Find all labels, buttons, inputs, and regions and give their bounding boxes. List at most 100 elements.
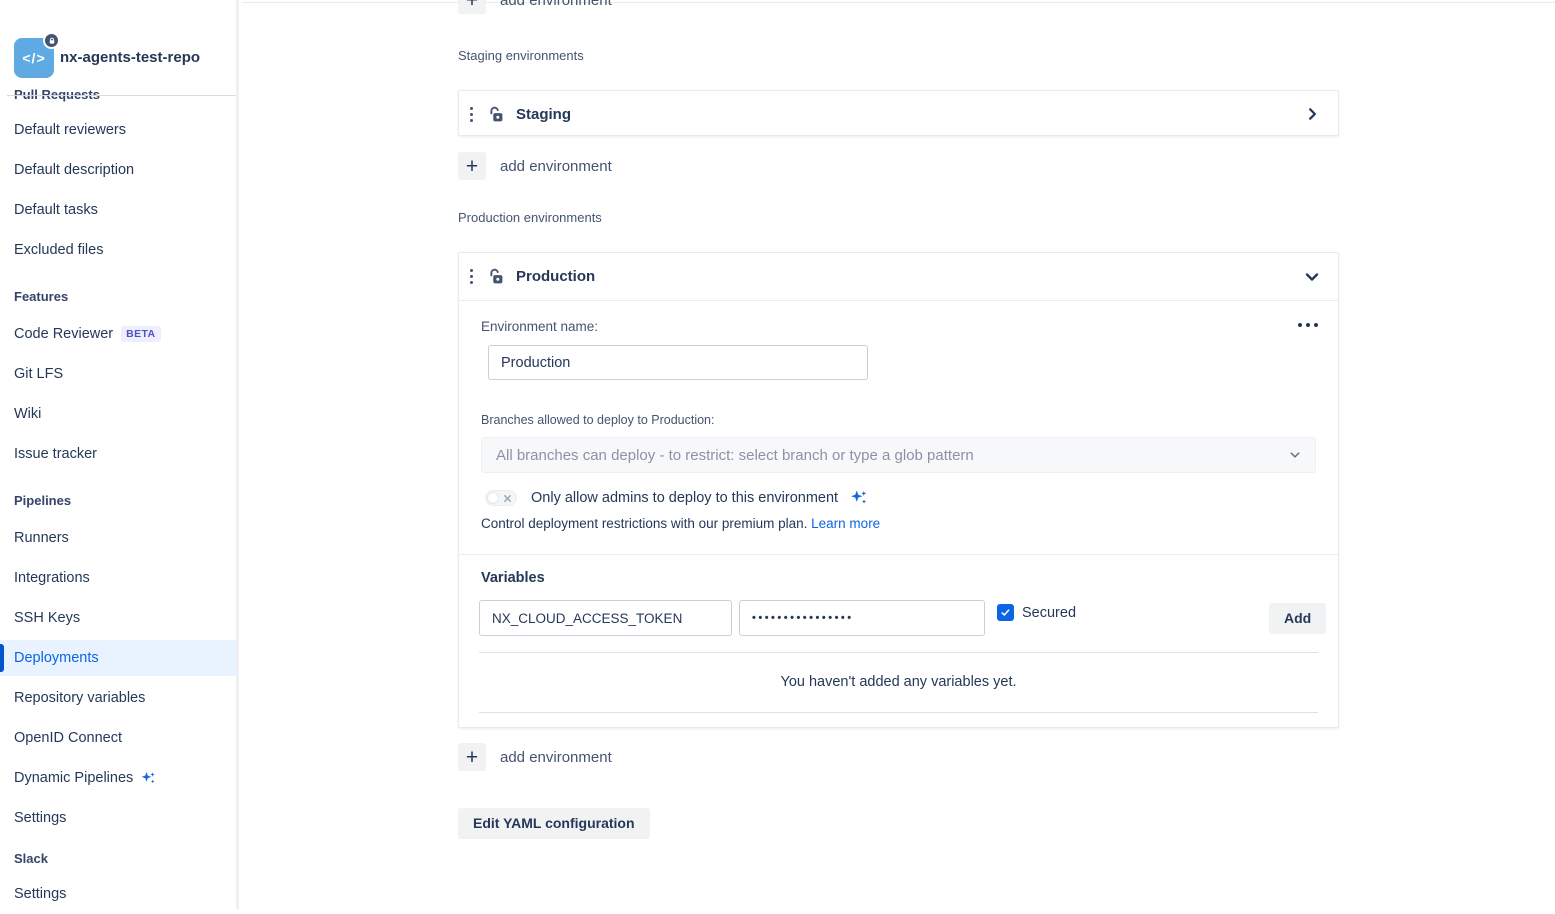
settings-sidebar: </> nx-agents-test-repo Pull Requests De… xyxy=(0,0,239,909)
variables-title: Variables xyxy=(481,570,545,586)
environment-name-label: Environment name: xyxy=(481,319,598,334)
sidebar-item-label: SSH Keys xyxy=(14,610,80,626)
plus-icon: + xyxy=(458,0,486,14)
sidebar-item-label: Excluded files xyxy=(14,242,103,258)
variable-name-input[interactable] xyxy=(479,600,732,636)
secured-checkbox[interactable] xyxy=(997,604,1014,621)
learn-more-link[interactable]: Learn more xyxy=(811,516,880,531)
sidebar-item-wiki[interactable]: Wiki xyxy=(0,394,236,434)
environment-name: Staging xyxy=(516,106,571,123)
premium-note: Control deployment restrictions with our… xyxy=(481,516,880,531)
sidebar-item-default-description[interactable]: Default description xyxy=(0,150,236,190)
sidebar-item-openid-connect[interactable]: OpenID Connect xyxy=(0,718,236,758)
sidebar-item-label: Default tasks xyxy=(14,202,98,218)
variables-divider xyxy=(479,652,1318,653)
sidebar-section-features: Features xyxy=(0,278,236,314)
code-icon: </> xyxy=(22,50,45,66)
sidebar-item-deployments[interactable]: Deployments xyxy=(0,640,236,676)
sidebar-item-default-tasks[interactable]: Default tasks xyxy=(0,190,236,230)
sidebar-item-label: Runners xyxy=(14,530,69,546)
chevron-right-icon[interactable] xyxy=(1305,107,1320,122)
sidebar-item-code-reviewer[interactable]: Code Reviewer BETA xyxy=(0,314,236,354)
sidebar-item-label: Repository variables xyxy=(14,690,145,706)
sidebar-item-label: Settings xyxy=(14,810,66,826)
chevron-down-icon[interactable] xyxy=(1304,269,1320,285)
sidebar-item-repository-variables[interactable]: Repository variables xyxy=(0,678,236,718)
production-environment-card: Production Environment name: Branches al… xyxy=(458,252,1339,728)
admin-only-toggle[interactable] xyxy=(485,490,517,506)
drag-handle-icon[interactable] xyxy=(470,107,473,122)
staging-environment-card: Staging xyxy=(458,90,1339,136)
sidebar-item-label: Wiki xyxy=(14,406,41,422)
sidebar-item-label: Code Reviewer xyxy=(14,326,113,342)
branches-select-placeholder: All branches can deploy - to restrict: s… xyxy=(496,447,1289,464)
sidebar-item-default-reviewers[interactable]: Default reviewers xyxy=(0,110,236,150)
sidebar-item-label: Dynamic Pipelines xyxy=(14,770,133,786)
sidebar-section-pipelines: Pipelines xyxy=(0,482,236,518)
more-options-button[interactable] xyxy=(1294,319,1322,331)
plus-icon: + xyxy=(458,152,486,180)
sidebar-section-slack: Slack xyxy=(0,842,236,874)
add-environment-label: add environment xyxy=(500,0,612,9)
environment-name: Production xyxy=(516,268,595,285)
repo-name: nx-agents-test-repo xyxy=(60,0,200,78)
private-repo-lock-badge xyxy=(43,32,60,49)
card-divider xyxy=(459,554,1338,555)
sidebar-item-label: Settings xyxy=(14,886,66,902)
add-environment-button-staging[interactable]: + add environment xyxy=(458,152,612,180)
repo-header: </> nx-agents-test-repo xyxy=(0,0,236,78)
sidebar-section-pull-requests: Pull Requests xyxy=(0,78,236,110)
sidebar-item-integrations[interactable]: Integrations xyxy=(0,558,236,598)
toggle-knob xyxy=(487,492,499,504)
admin-restriction-row: Only allow admins to deploy to this envi… xyxy=(485,487,869,508)
sidebar-item-excluded-files[interactable]: Excluded files xyxy=(0,230,236,270)
sidebar-item-ssh-keys[interactable]: SSH Keys xyxy=(0,598,236,638)
plus-icon: + xyxy=(458,743,486,771)
ai-sparkle-icon xyxy=(848,487,869,508)
add-environment-label: add environment xyxy=(500,749,612,766)
sidebar-item-dynamic-pipelines[interactable]: Dynamic Pipelines xyxy=(0,758,236,798)
variables-divider xyxy=(479,712,1318,713)
production-environment-header[interactable]: Production xyxy=(459,253,1338,301)
unlocked-padlock-icon xyxy=(487,267,506,286)
sidebar-item-runners[interactable]: Runners xyxy=(0,518,236,558)
toggle-x-icon xyxy=(503,494,512,503)
sidebar-item-label: Issue tracker xyxy=(14,446,97,462)
add-environment-label: add environment xyxy=(500,158,612,175)
add-environment-button-partial[interactable]: + add environment xyxy=(458,0,612,14)
add-variable-button[interactable]: Add xyxy=(1269,603,1326,634)
ai-sparkle-icon xyxy=(139,769,157,787)
secured-checkbox-row: Secured xyxy=(997,604,1076,621)
sidebar-item-pipelines-settings[interactable]: Settings xyxy=(0,798,236,838)
secured-label: Secured xyxy=(1022,605,1076,621)
production-environments-label: Production environments xyxy=(458,210,602,225)
sidebar-item-label: OpenID Connect xyxy=(14,730,122,746)
deployments-settings-main: + add environment Staging environments S… xyxy=(242,0,1555,909)
check-icon xyxy=(1000,607,1011,618)
sidebar-item-label: Integrations xyxy=(14,570,90,586)
sidebar-item-slack-settings[interactable]: Settings xyxy=(0,874,236,914)
environment-name-input[interactable] xyxy=(488,345,868,380)
sidebar-item-label: Git LFS xyxy=(14,366,63,382)
sidebar-divider xyxy=(7,95,236,96)
sidebar-item-git-lfs[interactable]: Git LFS xyxy=(0,354,236,394)
edit-yaml-configuration-button[interactable]: Edit YAML configuration xyxy=(458,808,650,839)
lock-icon xyxy=(48,37,56,45)
admin-restriction-label: Only allow admins to deploy to this envi… xyxy=(531,490,838,506)
branches-allowed-label: Branches allowed to deploy to Production… xyxy=(481,413,714,427)
staging-environments-label: Staging environments xyxy=(458,48,584,63)
branches-select[interactable]: All branches can deploy - to restrict: s… xyxy=(481,437,1316,473)
premium-note-text: Control deployment restrictions with our… xyxy=(481,516,807,531)
staging-environment-header[interactable]: Staging xyxy=(459,91,1338,137)
top-divider xyxy=(242,2,1555,3)
drag-handle-icon[interactable] xyxy=(470,269,473,284)
chevron-down-icon xyxy=(1289,449,1301,461)
variables-empty-message: You haven't added any variables yet. xyxy=(459,674,1338,690)
repo-avatar[interactable]: </> xyxy=(14,38,54,78)
sidebar-item-issue-tracker[interactable]: Issue tracker xyxy=(0,434,236,474)
beta-badge: BETA xyxy=(121,326,160,342)
sidebar-item-label: Default reviewers xyxy=(14,122,126,138)
variable-value-input[interactable] xyxy=(739,600,985,636)
add-environment-button-production[interactable]: + add environment xyxy=(458,743,612,771)
sidebar-item-label: Default description xyxy=(14,162,134,178)
